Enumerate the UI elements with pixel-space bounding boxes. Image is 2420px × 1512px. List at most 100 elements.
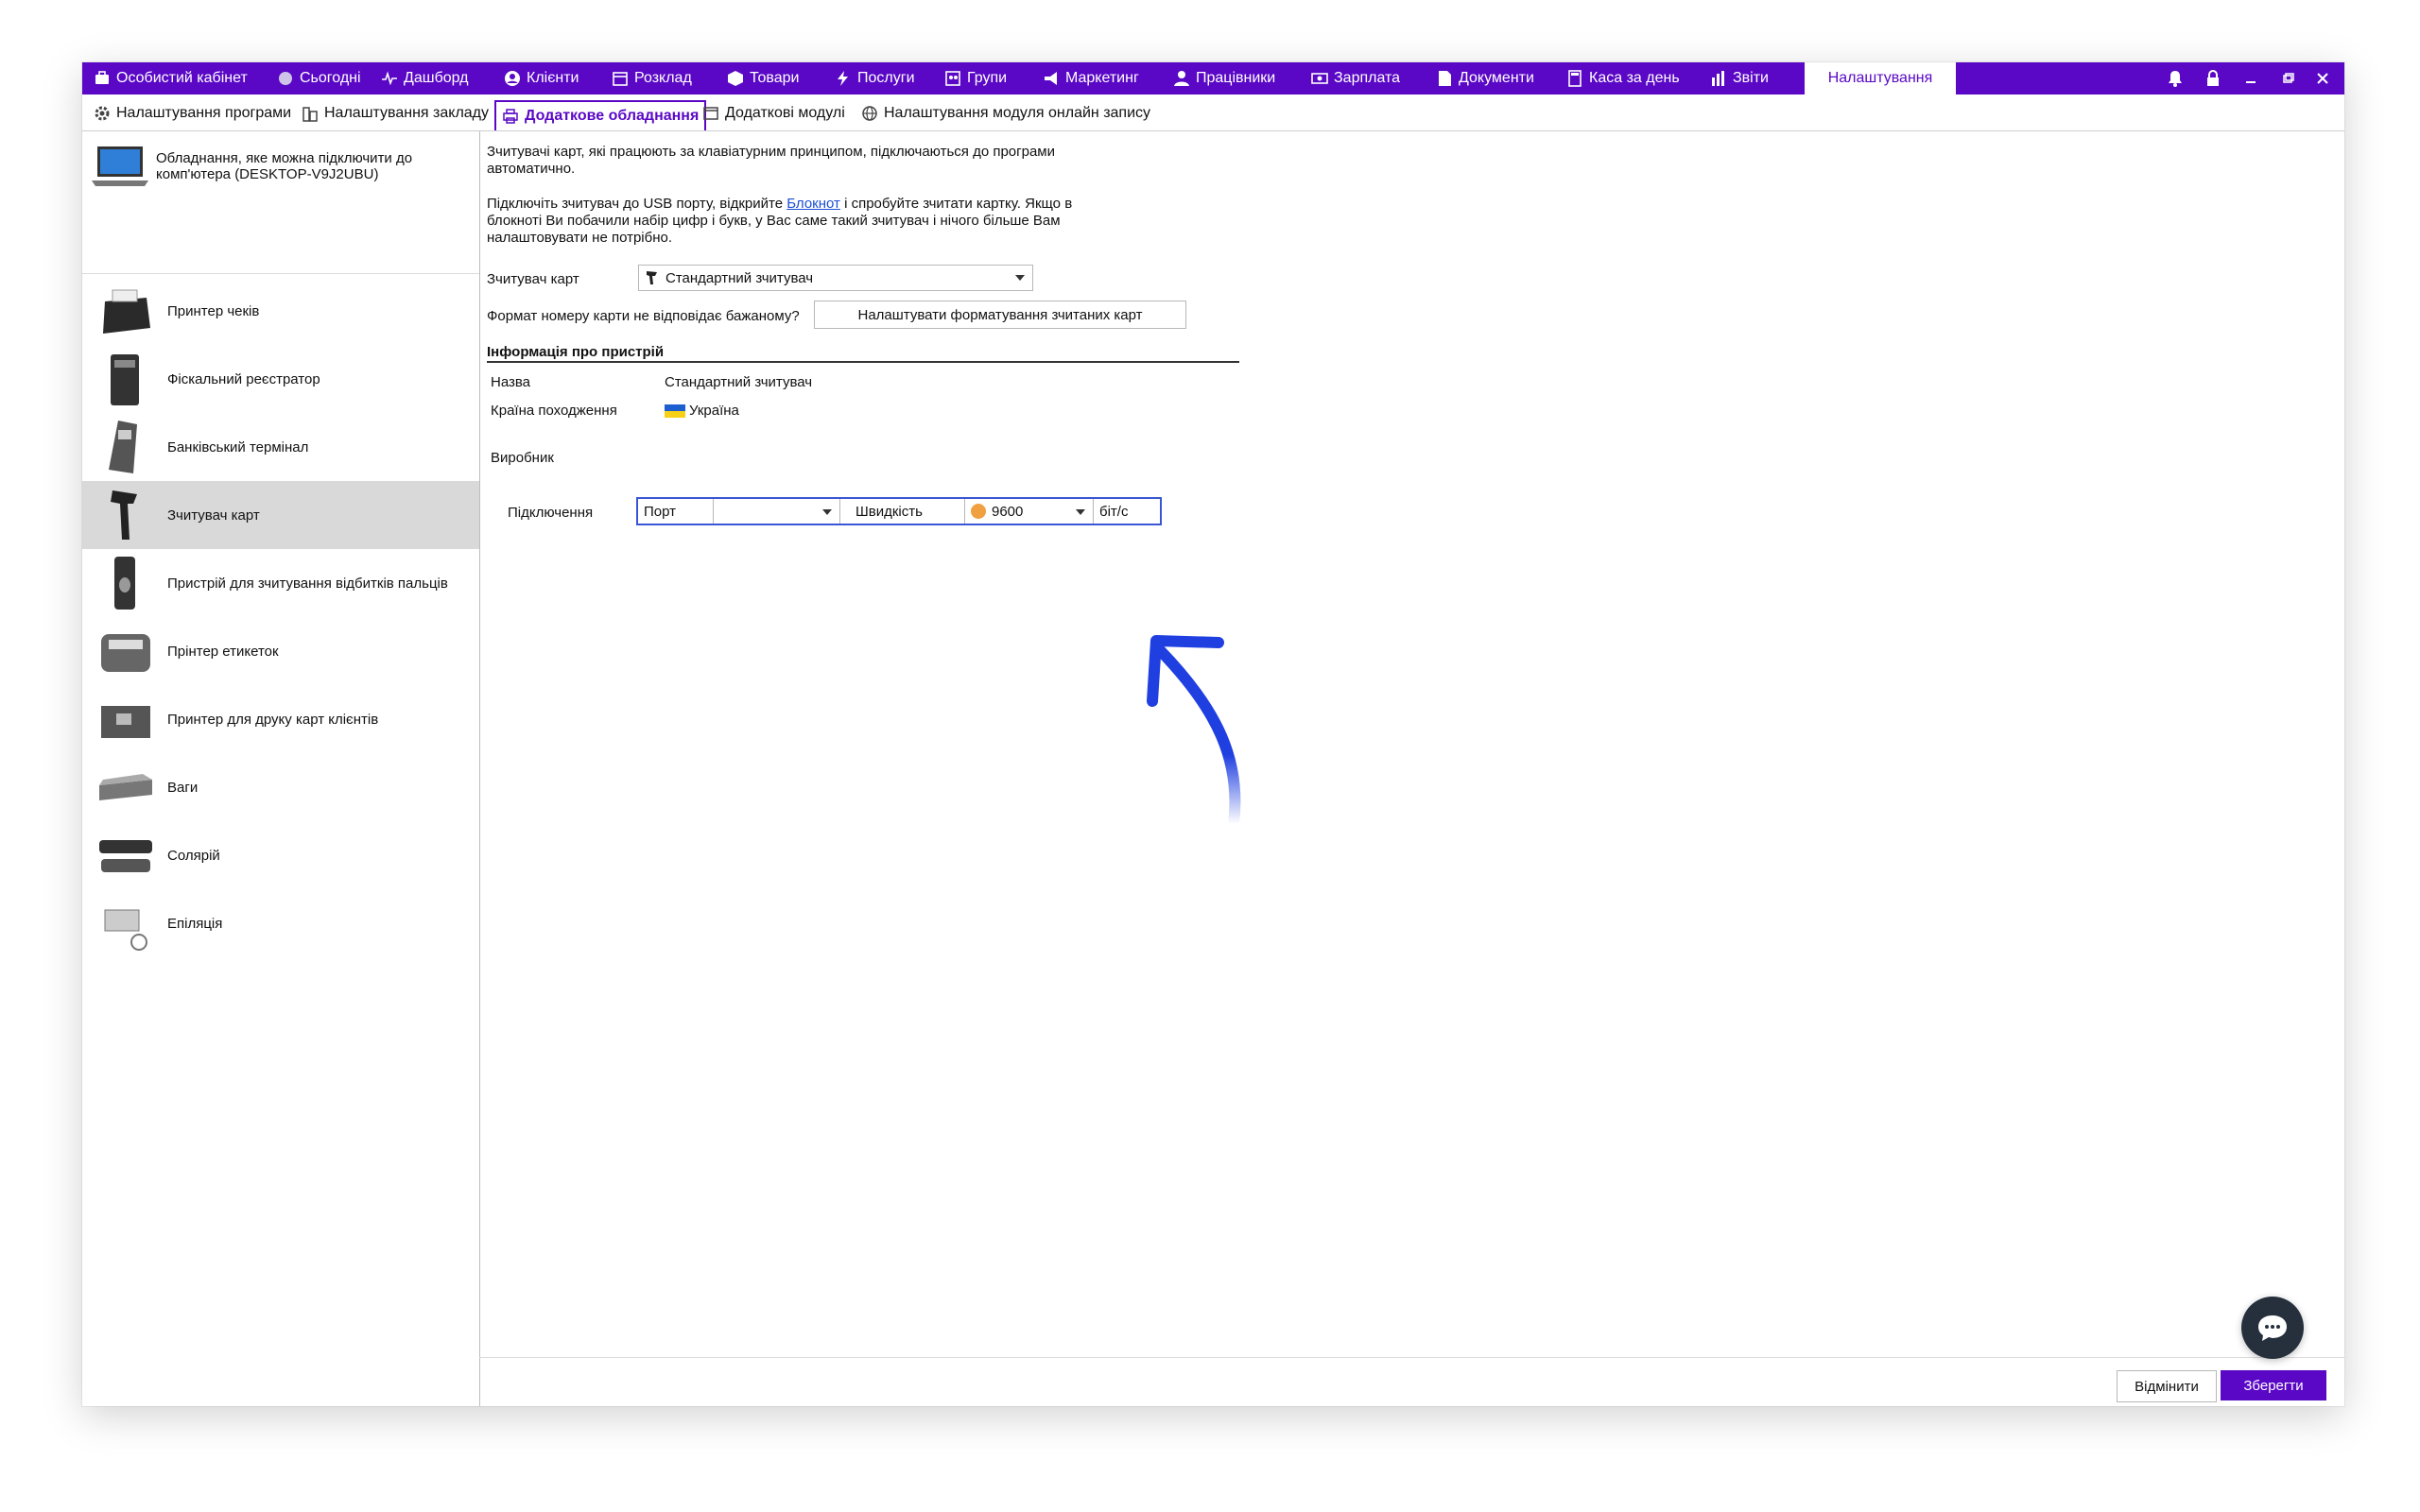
card-reader-settings: Зчитувачі карт, які працюють за клавіату… [487,144,2283,1372]
speed-select[interactable]: 9600 [965,499,1094,524]
tab-groups[interactable]: Групи [944,62,1007,94]
solarium-icon [99,840,152,872]
briefcase-icon [95,71,109,84]
tab-salary[interactable]: Зарплата [1311,62,1400,94]
sidebar-item-receipt-printer[interactable]: Принтер чеків [82,277,479,345]
name-value: Стандартний зчитувач [665,374,813,390]
tab-services[interactable]: Послуги [835,62,915,94]
maker-label: Виробник [491,450,554,466]
chevron-down-icon [1076,509,1085,515]
receipt-printer-icon [103,289,150,334]
tab-documents[interactable]: Документи [1436,62,1534,94]
speed-label: Швидкість [840,499,965,524]
printer-icon [503,109,518,124]
minimize-icon[interactable] [2234,62,2268,94]
building-icon [302,107,318,122]
megaphone-icon [1045,72,1057,85]
lock-icon[interactable] [2196,62,2230,94]
card-reader-icon [111,490,137,540]
bank-terminal-icon [109,421,137,473]
restore-icon[interactable] [2272,62,2306,94]
tab-personal-cabinet[interactable]: Особистий кабінет [94,62,248,94]
close-icon[interactable] [2306,62,2340,94]
cancel-button[interactable]: Відмінити [2117,1370,2217,1402]
laptop-icon [92,146,148,186]
format-question: Формат номеру карти не відповідає бажано… [487,308,800,324]
sidebar-item-card-printer[interactable]: Принтер для друку карт клієнтів [82,685,479,753]
calendar-icon [613,72,628,86]
subtab-venue-settings[interactable]: Налаштування закладу [302,100,489,127]
fingerprint-reader-icon [114,557,135,610]
port-select[interactable] [714,499,840,524]
sidebar-item-epilation[interactable]: Епіляція [82,889,479,957]
chat-bubble-icon [2258,1315,2287,1341]
tab-dashboard[interactable]: Дашборд [381,62,469,94]
section-divider [487,361,1239,363]
sidebar-item-bank-terminal[interactable]: Банківський термінал [82,413,479,481]
sidebar-item-scales[interactable]: Ваги [82,753,479,821]
person-icon [1174,71,1189,86]
label-printer-icon [101,634,150,672]
lightning-icon [838,71,848,86]
save-button[interactable]: Зберегти [2221,1370,2326,1400]
chevron-down-icon [1015,275,1025,281]
tab-schedule[interactable]: Розклад [612,62,692,94]
subtab-online-booking-settings[interactable]: Налаштування модуля онлайн запису [861,100,1150,127]
tab-cash-day[interactable]: Каса за день [1566,62,1680,94]
subtab-program-settings[interactable]: Налаштування програми [94,100,291,127]
ukraine-flag-icon [665,404,685,418]
speed-coin-icon [971,504,986,519]
group-icon [945,71,960,86]
format-settings-button[interactable]: Налаштувати форматування зчитаних карт [814,301,1186,329]
epilation-icon [104,909,147,951]
name-label: Назва [491,374,531,390]
top-nav-bar: Особистий кабінет Сьогодні Дашборд Клієн… [82,62,2344,94]
reader-label: Зчитувач карт [487,271,579,287]
tab-goods[interactable]: Товари [727,62,799,94]
country-value: Україна [689,403,739,419]
chat-button[interactable] [2241,1297,2304,1359]
bell-icon[interactable] [2158,62,2192,94]
tab-today[interactable]: Сьогодні [277,62,361,94]
card-reader-icon [647,271,657,284]
bar-chart-icon [1712,71,1724,86]
tab-clients[interactable]: Клієнти [504,62,579,94]
calculator-icon [1568,70,1582,87]
connection-group: Порт Швидкість 9600 біт/с [636,497,1162,525]
annotation-arrow-icon [1147,635,1241,830]
window-icon [703,107,718,120]
scales-icon [99,774,152,800]
gear-icon [95,106,110,121]
sidebar-item-label-printer[interactable]: Прінтер етикеток [82,617,479,685]
sidebar-item-fiscal-registrar[interactable]: Фіскальний реєстратор [82,345,479,413]
document-icon [1439,71,1451,86]
sidebar-header: Обладнання, яке можна підключити до комп… [92,139,470,194]
subtab-additional-modules[interactable]: Додаткові модулі [702,100,845,127]
pulse-icon [382,71,397,86]
device-info-title: Інформація про пристрій [487,344,665,360]
usb-instructions: Підключіть зчитувач до USB порту, відкри… [487,196,1073,246]
sidebar-item-solarium[interactable]: Солярій [82,821,479,889]
equipment-sidebar: Обладнання, яке можна підключити до комп… [82,131,480,1406]
app-window: Особистий кабінет Сьогодні Дашборд Клієн… [82,62,2344,1406]
connection-label: Підключення [508,505,594,521]
tab-marketing[interactable]: Маркетинг [1043,62,1139,94]
tab-reports[interactable]: Звіти [1710,62,1769,94]
user-circle-icon [505,71,520,86]
card-printer-icon [101,706,150,738]
sidebar-item-card-reader[interactable]: Зчитувач карт [82,481,479,549]
fiscal-registrar-icon [111,354,139,405]
money-icon [1311,73,1328,84]
footer-divider [479,1357,2344,1358]
notepad-link[interactable]: Блокнот [786,196,840,212]
box-icon [728,71,743,86]
tab-settings[interactable]: Налаштування [1805,62,1956,94]
sidebar-item-fingerprint-reader[interactable]: Пристрій для зчитування відбитків пальці… [82,549,479,617]
tab-staff[interactable]: Працівники [1173,62,1275,94]
clock-icon [279,72,292,85]
country-label: Країна походження [491,403,617,419]
subtab-additional-equipment[interactable]: Додаткове обладнання [494,100,707,130]
globe-icon [862,106,877,121]
settings-subnav: Налаштування програми Налаштування закла… [82,94,2344,131]
reader-select[interactable]: Стандартний зчитувач [638,265,1033,291]
